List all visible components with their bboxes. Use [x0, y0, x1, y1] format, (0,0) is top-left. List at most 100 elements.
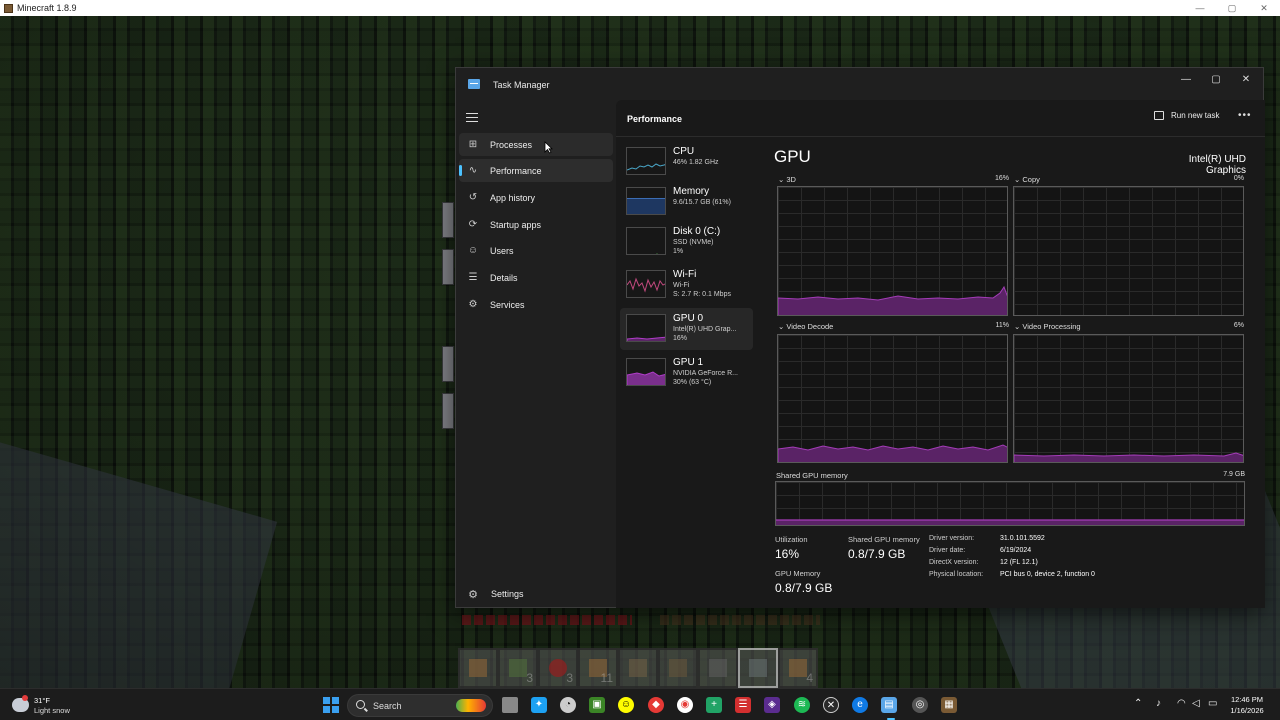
- minecraft-launcher-icon[interactable]: ▣: [589, 697, 605, 713]
- device-detail: SSD (NVMe): [673, 239, 714, 246]
- driver-date-label: Driver date:: [929, 547, 966, 554]
- task-manager-taskbar-icon[interactable]: ▤: [881, 697, 897, 713]
- settings-button[interactable]: ⚙ Settings: [459, 583, 613, 605]
- device-name: GPU 1: [673, 357, 704, 368]
- task-manager-titlebar[interactable]: Task Manager — ▢ ✕: [456, 68, 1263, 100]
- weather-widget[interactable]: 31°F Light snow: [12, 694, 92, 716]
- device-cpu[interactable]: CPU 46% 1.82 GHz: [620, 141, 753, 183]
- hamburger-menu-icon[interactable]: [466, 113, 478, 122]
- snapchat-icon[interactable]: ☺: [618, 697, 634, 713]
- task-view-icon[interactable]: [502, 697, 518, 713]
- block-edge: [442, 202, 454, 238]
- minecraft-taskbar-icon[interactable]: ▦: [941, 697, 957, 713]
- wifi-thumbnail-graph: [626, 270, 666, 298]
- hotbar-slot[interactable]: [458, 648, 498, 688]
- hotbar-slot[interactable]: [658, 648, 698, 688]
- device-gpu-1[interactable]: GPU 1 NVIDIA GeForce R... 30% (63 °C): [620, 352, 753, 394]
- gpu1-thumbnail-graph: [626, 358, 666, 386]
- show-hidden-icons-chevron-up-icon[interactable]: ⌃: [1134, 698, 1142, 709]
- sidebar-item-startup-apps[interactable]: ⟳ Startup apps: [459, 213, 613, 236]
- xbox-icon[interactable]: ✕: [823, 697, 839, 713]
- device-disk[interactable]: Disk 0 (C:) SSD (NVMe) 1%: [620, 221, 753, 263]
- volume-icon[interactable]: ◁: [1192, 698, 1200, 709]
- red-app-icon[interactable]: ◆: [648, 697, 664, 713]
- close-icon[interactable]: ✕: [1232, 70, 1260, 90]
- more-options-icon[interactable]: •••: [1238, 110, 1252, 121]
- gpu-memory-label: GPU Memory: [775, 569, 821, 578]
- sidebar-item-label: Startup apps: [490, 219, 542, 230]
- minimize-icon[interactable]: —: [1184, 0, 1216, 16]
- minecraft-window-title: Minecraft 1.8.9: [17, 3, 77, 13]
- weather-temp: 31°F: [34, 696, 50, 705]
- sidebar-item-users[interactable]: ☺ Users: [459, 239, 613, 262]
- device-wifi[interactable]: Wi-Fi Wi-Fi S: 2.7 R: 0.1 Mbps: [620, 264, 753, 306]
- maximize-icon[interactable]: ▢: [1216, 0, 1248, 16]
- taskbar-search-box[interactable]: Search: [347, 694, 493, 717]
- device-detail: 30% (63 °C): [673, 379, 712, 386]
- users-icon: ☺: [467, 244, 479, 256]
- hotbar[interactable]: 3 3 11 4: [458, 648, 820, 688]
- driver-version-label: Driver version:: [929, 535, 975, 542]
- engine-label-3d[interactable]: ⌄ 3D: [778, 175, 796, 184]
- battery-icon[interactable]: ▭: [1208, 698, 1217, 709]
- clock-app-icon[interactable]: ◔: [560, 697, 576, 713]
- engine-label-video-processing[interactable]: ⌄ Video Processing: [1014, 322, 1081, 331]
- run-new-task-button[interactable]: Run new task: [1154, 111, 1219, 120]
- sidebar-item-performance[interactable]: ∿ Performance: [459, 159, 613, 182]
- run-task-icon: [1154, 111, 1164, 120]
- sidebar-item-services[interactable]: ⚙ Services: [459, 293, 613, 316]
- shared-gpu-memory-label: Shared GPU memory: [848, 535, 920, 544]
- engine-label-video-decode[interactable]: ⌄ Video Decode: [778, 322, 833, 331]
- device-detail: NVIDIA GeForce R...: [673, 370, 738, 377]
- obs-icon[interactable]: ◎: [912, 697, 928, 713]
- hotbar-slot[interactable]: 11: [578, 648, 618, 688]
- twitter-app-icon[interactable]: ✦: [531, 697, 547, 713]
- utilization-value: 16%: [775, 547, 800, 561]
- close-icon[interactable]: ✕: [1248, 0, 1280, 16]
- block-edge: [442, 393, 454, 429]
- task-manager-icon: [468, 79, 480, 89]
- hotbar-slot[interactable]: [618, 648, 658, 688]
- graph-video-processing: [1013, 334, 1244, 463]
- gpu-model-name: Intel(R) UHD Graphics: [1188, 154, 1246, 176]
- sidebar-item-label: Services: [490, 299, 525, 310]
- hotbar-slot[interactable]: [698, 648, 738, 688]
- device-name: CPU: [673, 146, 695, 157]
- sidebar-item-details[interactable]: ☰ Details: [459, 266, 613, 289]
- cpu-thumbnail-graph: [626, 147, 666, 175]
- device-memory[interactable]: Memory 9.6/15.7 GB (61%): [620, 181, 753, 223]
- driver-version-value: 31.0.101.5592: [1000, 535, 1045, 542]
- minimize-icon[interactable]: —: [1172, 70, 1200, 90]
- taskbar-clock[interactable]: 12:46 PM 1/16/2026: [1222, 694, 1272, 716]
- shared-memory-max: 7.9 GB: [1223, 471, 1245, 478]
- edge-icon[interactable]: e: [852, 697, 868, 713]
- physical-location-value: PCI bus 0, device 2, function 0: [1000, 571, 1095, 578]
- device-gpu-0[interactable]: GPU 0 Intel(R) UHD Grap... 16%: [620, 308, 753, 350]
- block-edge: [442, 249, 454, 285]
- engine-label-copy[interactable]: ⌄ Copy: [1014, 175, 1040, 184]
- hotbar-slot[interactable]: 3: [498, 648, 538, 688]
- settings-label: Settings: [491, 589, 524, 599]
- device-detail: 46% 1.82 GHz: [673, 159, 719, 166]
- run-new-task-label: Run new task: [1171, 111, 1220, 120]
- spotify-icon[interactable]: ≋: [794, 697, 810, 713]
- performance-pane: Performance Run new task ••• CPU 46% 1.8…: [616, 100, 1265, 608]
- wifi-icon[interactable]: ◠: [1177, 698, 1186, 709]
- maximize-icon[interactable]: ▢: [1202, 70, 1230, 90]
- gpu-heading: GPU: [774, 147, 811, 166]
- news-app-icon[interactable]: ☰: [735, 697, 751, 713]
- physical-location-label: Physical location:: [929, 571, 984, 578]
- task-manager-title: Task Manager: [493, 80, 550, 90]
- sidebar-item-processes[interactable]: ⊞ Processes: [459, 133, 613, 156]
- hotbar-slot[interactable]: 4: [778, 648, 818, 688]
- chrome-icon[interactable]: ◉: [677, 697, 693, 713]
- hotbar-slot[interactable]: 3: [538, 648, 578, 688]
- hotbar-slot-selected[interactable]: [738, 648, 778, 688]
- start-button-windows-icon[interactable]: [323, 697, 339, 713]
- purple-app-icon[interactable]: ◈: [764, 697, 780, 713]
- sheets-app-icon[interactable]: +: [706, 697, 722, 713]
- graph-video-decode: [777, 334, 1008, 463]
- sidebar-item-app-history[interactable]: ↺ App history: [459, 186, 613, 209]
- gpu0-thumbnail-graph: [626, 314, 666, 342]
- microphone-icon[interactable]: ♪: [1156, 698, 1161, 709]
